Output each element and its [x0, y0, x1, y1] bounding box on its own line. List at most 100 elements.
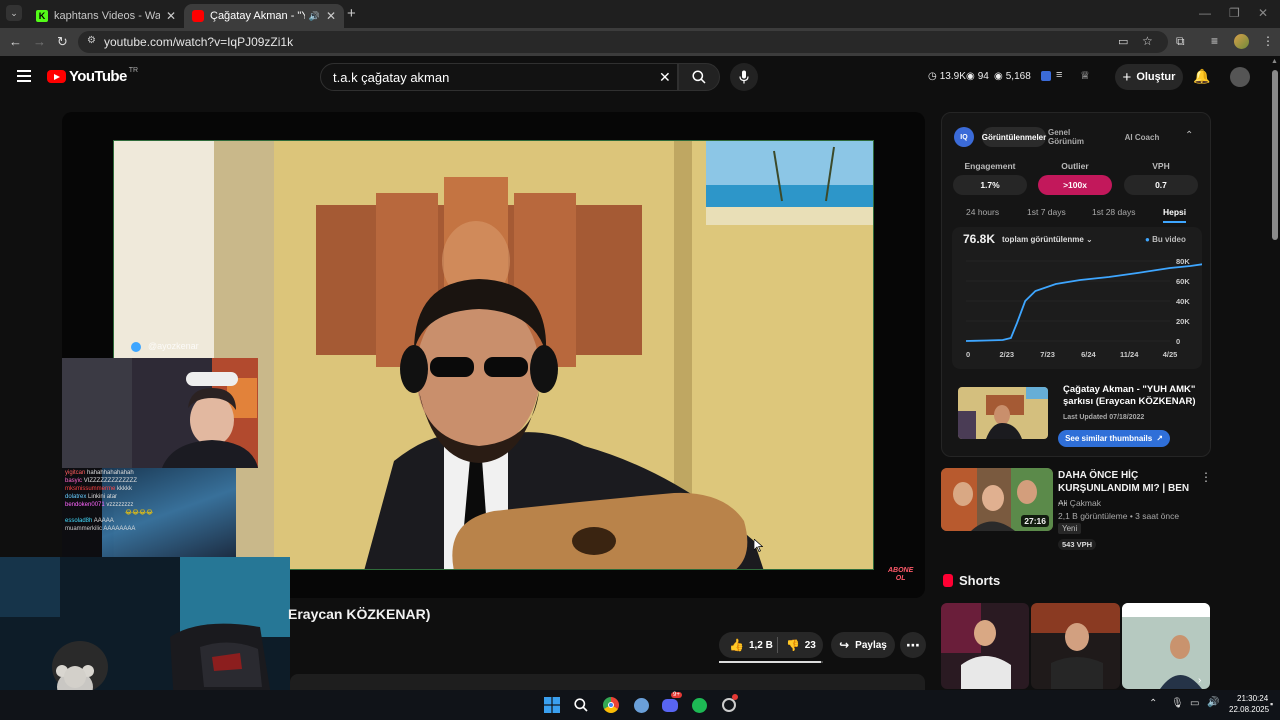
- search-button[interactable]: [678, 63, 720, 91]
- more-actions-button[interactable]: ⋯: [900, 632, 926, 658]
- scroll-up-icon[interactable]: ▲: [1271, 58, 1278, 65]
- similar-video-thumbnail[interactable]: [958, 387, 1048, 439]
- dislike-button[interactable]: 👎 23: [778, 639, 816, 652]
- profile-avatar[interactable]: [1234, 34, 1249, 49]
- address-bar[interactable]: ⚙ youtube.com/watch?v=IqPJ09zZi1k ▭ ☆: [78, 31, 1168, 53]
- app-icon[interactable]: [632, 696, 650, 714]
- tab-overview[interactable]: Genel Görünüm: [1048, 127, 1108, 147]
- collapse-chevron-icon[interactable]: ⌃: [1185, 130, 1193, 141]
- youtube-favicon-icon: [192, 10, 204, 22]
- mouse-cursor-icon: [754, 539, 763, 552]
- new-tab-button[interactable]: +: [347, 5, 356, 22]
- spotify-icon[interactable]: [690, 696, 708, 714]
- discord-icon[interactable]: 9+: [661, 692, 682, 714]
- microphone-icon: [739, 70, 749, 84]
- tray-microphone-icon[interactable]: 🎙: [1171, 698, 1184, 709]
- guide-menu-icon[interactable]: [17, 70, 31, 82]
- metric-vph-label: VPH: [1152, 161, 1170, 171]
- x-tick-label: 2/23: [999, 350, 1014, 359]
- share-icon: ↪: [839, 638, 850, 652]
- thumbs-down-icon: 👎: [786, 639, 800, 652]
- stream-chat-overlay: yigitcan hahahhahahahah basyic VIZZZZZZZ…: [62, 468, 236, 558]
- browser-tab-youtube[interactable]: Çağatay Akman - "YUH AM 🔊 ✕: [184, 4, 344, 28]
- channel-avatar[interactable]: [1230, 67, 1250, 87]
- create-button[interactable]: + Oluştur: [1115, 64, 1183, 90]
- shorts-thumbnail[interactable]: [941, 603, 1029, 689]
- speaker-icon[interactable]: 🔊: [309, 11, 320, 22]
- share-button[interactable]: ↪ Paylaş: [831, 632, 895, 658]
- tab-title: kaphtans Videos - Watch On-D: [54, 10, 160, 22]
- x-tick-label: 0: [966, 350, 970, 359]
- description-box[interactable]: [290, 674, 925, 690]
- windows-start-icon[interactable]: [543, 696, 561, 714]
- search-input[interactable]: t.a.k çağatay akman ✕: [320, 63, 678, 91]
- analytics-list-icon[interactable]: ≡: [1056, 69, 1062, 81]
- range-all[interactable]: Hepsi: [1163, 207, 1187, 223]
- recommended-thumbnail[interactable]: 27:16: [941, 468, 1053, 531]
- clear-search-icon[interactable]: ✕: [659, 69, 671, 86]
- back-icon[interactable]: ←: [9, 34, 22, 49]
- minimize-icon[interactable]: —: [1199, 6, 1211, 20]
- plus-icon: +: [1122, 68, 1132, 86]
- windows-taskbar: 9+ ⌃ 🎙 ▭ 🔊 21:30:24 22.08.2025 ▪: [0, 690, 1280, 720]
- legend-dot-icon: ●: [1145, 235, 1150, 244]
- tab-views[interactable]: Görüntülenmeler: [982, 127, 1046, 147]
- url-text: youtube.com/watch?v=IqPJ09zZi1k: [104, 35, 294, 49]
- tab-search-menu-icon[interactable]: ⌄: [6, 5, 22, 21]
- close-tab-icon[interactable]: ✕: [166, 9, 176, 23]
- reload-icon[interactable]: ↻: [57, 34, 68, 50]
- restore-icon[interactable]: ❐: [1229, 6, 1240, 20]
- tab-ai-coach[interactable]: AI Coach: [1114, 127, 1170, 147]
- tray-volume-icon[interactable]: 🔊: [1207, 697, 1219, 708]
- close-window-icon[interactable]: ✕: [1258, 6, 1268, 20]
- chart-metric-dropdown[interactable]: toplam görüntülenme ⌄: [1002, 235, 1093, 244]
- taskbar-search-icon[interactable]: [572, 696, 590, 714]
- vidiq-badge: IQ: [954, 127, 974, 147]
- browser-tab-kick[interactable]: K kaphtans Videos - Watch On-D ✕: [28, 4, 184, 28]
- like-button[interactable]: 👍 1,2 B: [719, 638, 777, 652]
- tab-title: Çağatay Akman - "YUH AM: [210, 10, 305, 22]
- close-tab-icon[interactable]: ✕: [326, 9, 336, 23]
- chrome-icon[interactable]: [602, 696, 620, 714]
- streamer-webcam: [62, 358, 258, 468]
- recommended-more-icon[interactable]: ⋮: [1200, 470, 1212, 484]
- app-icon[interactable]: [720, 694, 738, 714]
- browser-menu-icon[interactable]: ⋮: [1262, 34, 1274, 48]
- chart-legend: ● Bu video: [1145, 235, 1186, 244]
- reading-list-icon[interactable]: ≡: [1211, 34, 1218, 48]
- range-first-7-days[interactable]: 1st 7 days: [1027, 207, 1066, 217]
- see-similar-thumbnails-button[interactable]: See similar thumbnails ↗: [1058, 430, 1170, 447]
- recommended-channel[interactable]: Ali Çakmak: [1058, 498, 1101, 508]
- page-scrollbar[interactable]: ▲: [1270, 56, 1280, 690]
- shorts-thumbnail[interactable]: ›: [1122, 603, 1210, 689]
- voice-search-button[interactable]: [730, 63, 758, 91]
- notifications-bell-icon[interactable]: 🔔: [1193, 68, 1210, 85]
- metric-outlier-label: Outlier: [1061, 161, 1089, 171]
- scrollbar-thumb[interactable]: [1272, 70, 1278, 240]
- external-link-icon: ↗: [1156, 434, 1163, 443]
- shorts-thumbnail[interactable]: [1031, 603, 1120, 689]
- recommended-meta: 2,1 B görüntüleme • 3 saat önce: [1058, 511, 1180, 521]
- range-24h[interactable]: 24 hours: [966, 207, 999, 217]
- site-info-icon[interactable]: ⚙: [87, 35, 96, 46]
- vidiq-extension-icon[interactable]: [1041, 71, 1051, 81]
- bookmark-star-icon[interactable]: ☆: [1142, 34, 1153, 48]
- tray-notification-icon[interactable]: ▪: [1270, 699, 1273, 709]
- taskbar-clock[interactable]: 21:30:24: [1237, 694, 1268, 703]
- trophy-icon[interactable]: ♕: [1080, 69, 1090, 82]
- metric-engagement-label: Engagement: [964, 161, 1016, 171]
- kick-favicon-icon: K: [36, 10, 48, 22]
- taskbar-date[interactable]: 22.08.2025: [1229, 705, 1269, 714]
- extensions-icon[interactable]: ⧉: [1176, 34, 1185, 49]
- shorts-next-chevron-icon[interactable]: ›: [1198, 675, 1201, 686]
- cast-icon[interactable]: ▭: [1118, 35, 1128, 48]
- subscribe-badge: ABONE OL: [888, 567, 914, 582]
- tray-network-icon[interactable]: ▭: [1190, 698, 1199, 709]
- like-dislike-group: 👍 1,2 B 👎 23: [719, 632, 823, 658]
- range-first-28-days[interactable]: 1st 28 days: [1092, 207, 1135, 217]
- tray-expand-icon[interactable]: ⌃: [1149, 698, 1157, 709]
- youtube-logo[interactable]: YouTube TR: [47, 67, 138, 85]
- similar-video-title: Çağatay Akman - "YUH AMK" şarkısı (Erayc…: [1063, 384, 1196, 407]
- forward-icon[interactable]: →: [33, 34, 46, 49]
- y-tick-label: 80K: [1176, 257, 1190, 266]
